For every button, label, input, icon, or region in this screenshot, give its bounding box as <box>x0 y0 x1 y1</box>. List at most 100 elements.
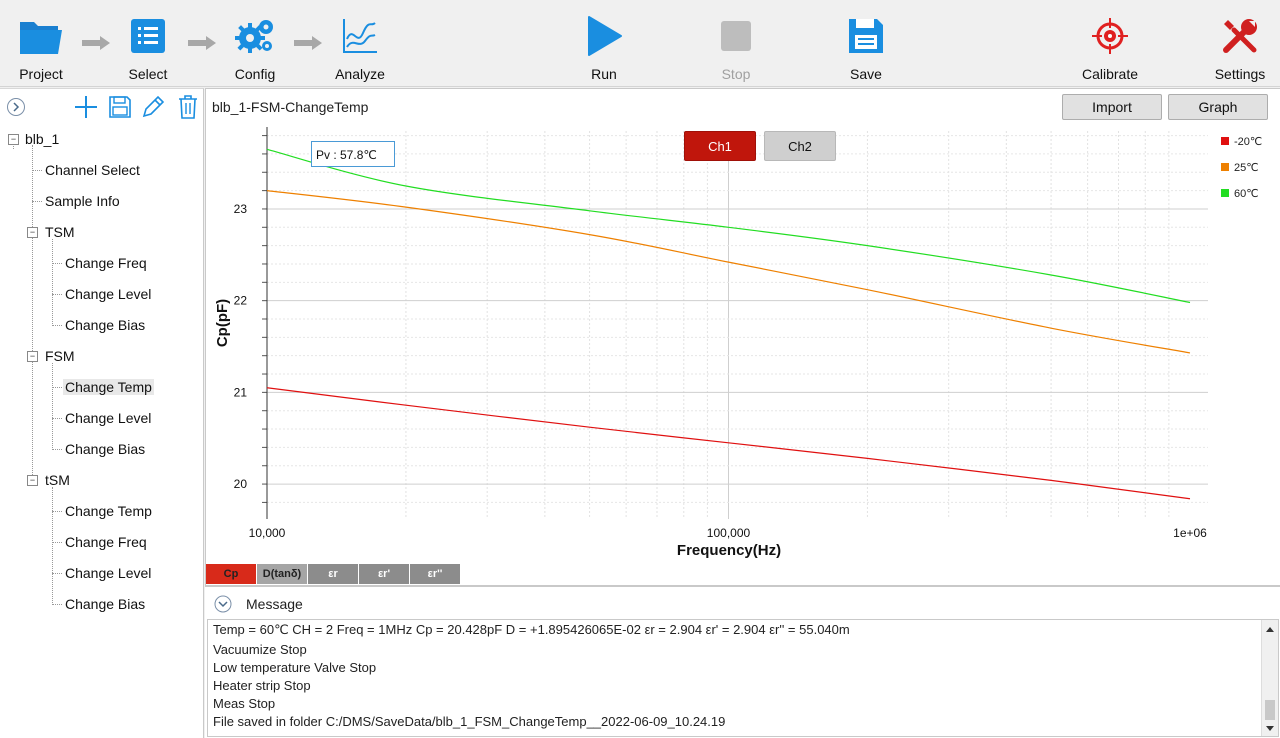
add-icon[interactable] <box>72 93 100 121</box>
tree-node-fsm-change-level[interactable]: Change Level <box>65 410 151 426</box>
tree-node-fsm-change-temp[interactable]: Change Temp <box>63 379 154 395</box>
message-header: Message <box>205 587 1280 617</box>
calibrate-button[interactable]: Calibrate <box>1080 0 1140 86</box>
tree-node-root[interactable]: blb_1 <box>25 131 59 147</box>
expand-toggle-tsm[interactable]: − <box>27 227 38 238</box>
trash-icon[interactable] <box>174 93 202 121</box>
tree-connector <box>52 294 62 295</box>
workflow-arrow-icon <box>294 36 324 50</box>
tree-node-channel-select[interactable]: Channel Select <box>45 162 140 178</box>
scroll-thumb[interactable] <box>1265 700 1275 720</box>
select-button[interactable]: Select <box>122 0 174 86</box>
tree-node-tsm-lower-change-temp[interactable]: Change Temp <box>65 503 152 519</box>
crosshair-target-icon <box>1086 12 1134 60</box>
legend-label: -20℃ <box>1234 136 1262 148</box>
stop-icon <box>712 12 760 60</box>
expand-toggle-tsm-lower[interactable]: − <box>27 475 38 486</box>
save-project-icon[interactable] <box>106 93 134 121</box>
tree-connector <box>32 170 42 171</box>
chart-axes <box>262 127 268 519</box>
project-label: Project <box>19 66 63 82</box>
pv-temperature-readout: Pv : 57.8℃ <box>311 141 395 167</box>
edit-pencil-icon[interactable] <box>139 93 167 121</box>
tab-er-prime[interactable]: εr' <box>359 564 410 584</box>
tab-er-double-prime[interactable]: εr'' <box>410 564 461 584</box>
tree-connector <box>32 145 33 481</box>
tree-node-tsm-change-bias[interactable]: Change Bias <box>65 317 145 333</box>
workflow-arrow-icon <box>82 36 112 50</box>
run-button[interactable]: Run <box>580 0 628 86</box>
x-tick-label: 10,000 <box>249 526 286 540</box>
save-button[interactable]: Save <box>842 0 890 86</box>
legend-label: 25℃ <box>1234 162 1259 174</box>
y-tick-label: 21 <box>234 385 248 399</box>
tree-node-tsm-lower-change-freq[interactable]: Change Freq <box>65 534 147 550</box>
message-log[interactable]: Temp = 60℃ CH = 2 Freq = 1MHz Cp = 20.42… <box>207 619 1279 737</box>
y-tick-label: 22 <box>234 294 248 308</box>
legend-label: 60℃ <box>1234 188 1259 200</box>
tree-connector <box>32 201 42 202</box>
tree-node-tsm-lower-change-bias[interactable]: Change Bias <box>65 596 145 612</box>
chart-panel: blb_1-FSM-ChangeTemp Import Graph 10,000… <box>205 88 1280 586</box>
message-line: Low temperature Valve Stop <box>213 660 377 675</box>
workflow-arrow-icon <box>188 36 218 50</box>
save-label: Save <box>850 66 882 82</box>
tab-cp[interactable]: Cp <box>206 564 257 584</box>
floppy-disk-icon <box>842 12 890 60</box>
folder-icon <box>17 12 65 60</box>
analyze-button[interactable]: Analyze <box>332 0 388 86</box>
config-label: Config <box>234 66 276 82</box>
tree-node-sample-info[interactable]: Sample Info <box>45 193 120 209</box>
tree-connector <box>52 604 62 605</box>
x-axis-label: Frequency(Hz) <box>677 542 781 559</box>
tree-node-fsm-change-bias[interactable]: Change Bias <box>65 441 145 457</box>
tree-connector <box>52 573 62 574</box>
collapse-message-icon[interactable] <box>214 595 232 616</box>
project-button[interactable]: Project <box>14 0 68 86</box>
expand-toggle-fsm[interactable]: − <box>27 351 38 362</box>
gears-icon <box>231 12 279 60</box>
message-line: File saved in folder C:/DMS/SaveData/blb… <box>213 714 726 729</box>
tree-connector <box>52 487 53 605</box>
settings-button[interactable]: Settings <box>1212 0 1268 86</box>
tree-connector <box>52 239 53 326</box>
tab-er[interactable]: εr <box>308 564 359 584</box>
calibrate-label: Calibrate <box>1081 66 1139 82</box>
tree-connector <box>52 363 53 450</box>
y-tick-label: 23 <box>234 202 248 216</box>
y-tick-label: 20 <box>234 477 248 491</box>
collapse-panel-icon[interactable] <box>2 93 30 121</box>
ch2-button[interactable]: Ch2 <box>764 131 836 161</box>
legend-swatch <box>1221 163 1229 171</box>
chart-grid <box>266 131 1208 519</box>
stop-label: Stop <box>721 66 751 82</box>
tree-node-tsm[interactable]: TSM <box>45 224 75 240</box>
config-button[interactable]: Config <box>228 0 282 86</box>
scroll-down-arrow-icon[interactable] <box>1264 722 1276 736</box>
tree-node-fsm[interactable]: FSM <box>45 348 75 364</box>
tab-d-tan-delta[interactable]: D(tanδ) <box>257 564 308 584</box>
scroll-up-arrow-icon[interactable] <box>1264 622 1276 637</box>
tree-node-tsm-change-freq[interactable]: Change Freq <box>65 255 147 271</box>
analyze-label: Analyze <box>335 66 385 82</box>
expand-toggle-root[interactable]: − <box>8 134 19 145</box>
message-title: Message <box>246 596 303 612</box>
tree-node-tsm-lower-change-level[interactable]: Change Level <box>65 565 151 581</box>
settings-label: Settings <box>1214 66 1266 82</box>
ch1-button[interactable]: Ch1 <box>684 131 756 161</box>
y-axis-label: Cp(pF) <box>214 299 231 347</box>
tree-node-tsm-change-level[interactable]: Change Level <box>65 286 151 302</box>
project-tree-panel: − − − − blb_1 Channel Select Sample Info… <box>0 88 204 738</box>
tree-node-tsm-lower[interactable]: tSM <box>45 472 70 488</box>
message-line: Temp = 60℃ CH = 2 Freq = 1MHz Cp = 20.42… <box>213 622 850 637</box>
stop-button[interactable]: Stop <box>712 0 760 86</box>
line-chart-icon <box>336 12 384 60</box>
legend-swatch <box>1221 137 1229 145</box>
message-scrollbar[interactable] <box>1261 620 1278 736</box>
tree-connector <box>52 325 62 326</box>
measurement-tab-bar: Cp D(tanδ) εr εr' εr'' <box>206 564 461 584</box>
chart-tick-labels: 10,000 100,000 1e+06 20 21 22 23 <box>234 202 1208 540</box>
tree-connector <box>52 511 62 512</box>
wrench-screwdriver-icon <box>1216 12 1264 60</box>
chart-legend: -20℃ 25℃ 60℃ <box>1221 136 1262 200</box>
